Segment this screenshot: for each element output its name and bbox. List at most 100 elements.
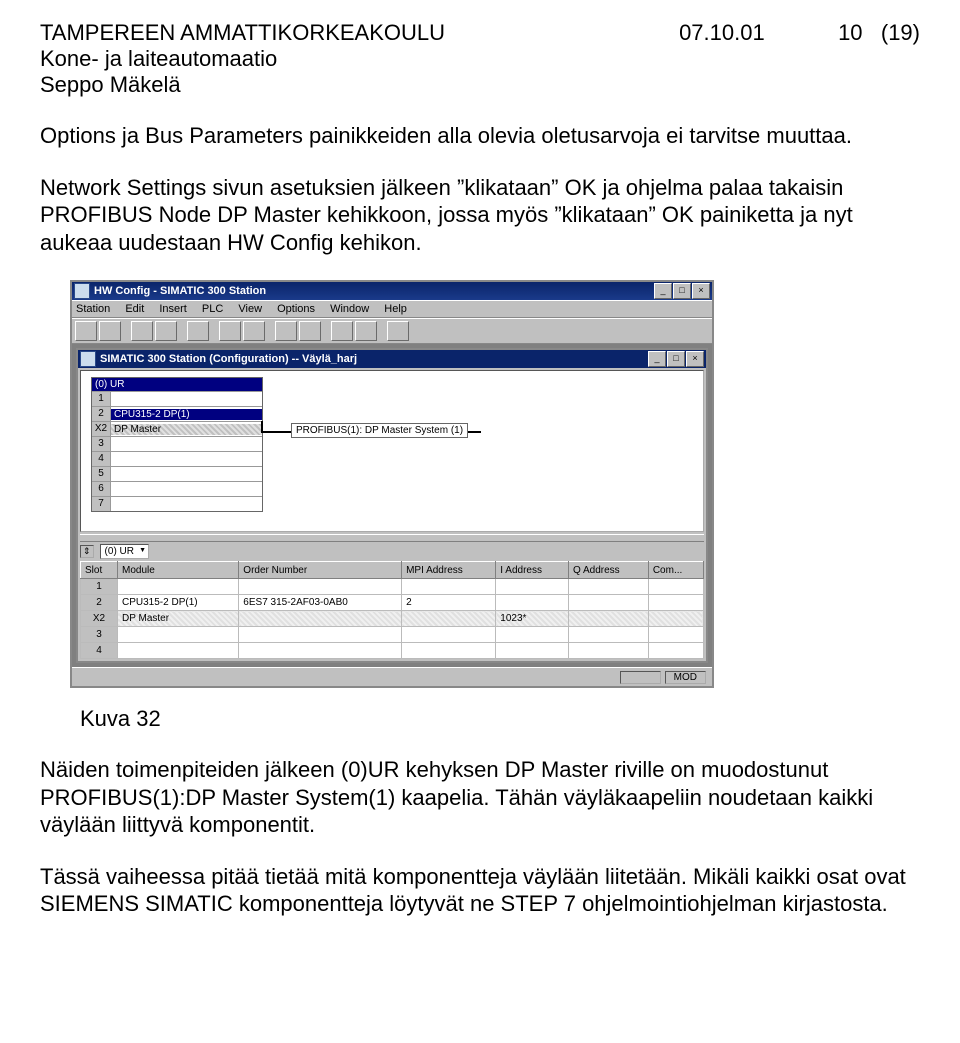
toolbar-button[interactable] [355,321,377,341]
table-row[interactable]: 2CPU315-2 DP(1)6ES7 315-2AF03-0AB02 [81,595,704,611]
menu-edit[interactable]: Edit [125,303,144,315]
rack-row[interactable]: 2CPU315-2 DP(1) [92,406,262,421]
app-icon [74,283,90,299]
inner-icon [80,351,96,367]
paragraph-1: Options ja Bus Parameters painikkeiden a… [40,122,920,150]
rack-slot-text: CPU315-2 DP(1) [111,409,262,420]
table-cell [496,643,569,659]
table-cell [239,611,402,627]
menu-insert[interactable]: Insert [159,303,187,315]
rack-row[interactable]: X2DP Master [92,421,262,436]
rack-row[interactable]: 6 [92,481,262,496]
rack-slot-number: 3 [92,437,111,451]
toolbar-button[interactable] [275,321,297,341]
table-row[interactable]: 3 [81,627,704,643]
table-cell [496,595,569,611]
table-cell [496,579,569,595]
rack-row[interactable]: 7 [92,496,262,511]
author: Seppo Mäkelä [40,72,920,98]
toolbar-button[interactable] [75,321,97,341]
rack-slot-text: DP Master [111,424,262,435]
column-header[interactable]: MPI Address [402,562,496,579]
table-row[interactable]: 1 [81,579,704,595]
minimize-button[interactable]: _ [654,283,672,299]
table-cell: 1 [81,579,118,595]
rack-row[interactable]: 4 [92,451,262,466]
rack-table[interactable]: (0) UR 12CPU315-2 DP(1)X2DP Master34567 [91,377,263,512]
bus-label[interactable]: PROFIBUS(1): DP Master System (1) [291,423,468,438]
table-cell: CPU315-2 DP(1) [118,595,239,611]
rack-slot-number: 7 [92,497,111,511]
toolbar-button[interactable] [99,321,121,341]
combo-arrows-icon[interactable]: ⇕ [80,545,94,558]
table-cell: 6ES7 315-2AF03-0AB0 [239,595,402,611]
table-cell [402,627,496,643]
rack-slot-number: X2 [92,422,111,436]
paragraph-3: Näiden toimenpiteiden jälkeen (0)UR kehy… [40,756,920,839]
rack-row[interactable]: 1 [92,391,262,406]
rack-combo-value[interactable]: (0) UR [100,544,149,559]
toolbar-button[interactable] [331,321,353,341]
rack-row[interactable]: 5 [92,466,262,481]
toolbar [72,318,712,344]
column-header[interactable]: Com... [648,562,703,579]
table-row[interactable]: 4 [81,643,704,659]
table-cell [239,627,402,643]
table-cell [568,611,648,627]
menu-window[interactable]: Window [330,303,369,315]
column-header[interactable]: Order Number [239,562,402,579]
table-cell [568,579,648,595]
table-cell [402,643,496,659]
menu-station[interactable]: Station [76,303,110,315]
menu-plc[interactable]: PLC [202,303,223,315]
maximize-button[interactable]: □ [673,283,691,299]
toolbar-button[interactable] [243,321,265,341]
rack-row[interactable]: 3 [92,436,262,451]
table-cell [648,595,703,611]
rack-slot-number: 2 [92,407,111,421]
table-cell [118,579,239,595]
rack-slot-number: 6 [92,482,111,496]
toolbar-button[interactable] [131,321,153,341]
rack-combo: ⇕ (0) UR [80,544,704,559]
menu-options[interactable]: Options [277,303,315,315]
table-cell: 3 [81,627,118,643]
toolbar-button[interactable] [187,321,209,341]
column-header[interactable]: Module [118,562,239,579]
column-header[interactable]: Slot [81,562,118,579]
toolbar-button[interactable] [155,321,177,341]
paragraph-4: Tässä vaiheessa pitää tietää mitä kompon… [40,863,920,918]
inner-title: SIMATIC 300 Station (Configuration) -- V… [100,353,648,365]
inner-maximize-button[interactable]: □ [667,351,685,367]
table-cell: 2 [81,595,118,611]
inner-close-button[interactable]: × [686,351,704,367]
department: Kone- ja laiteautomaatio [40,46,920,72]
menu-help[interactable]: Help [384,303,407,315]
rack-title: (0) UR [92,378,262,391]
column-header[interactable]: I Address [496,562,569,579]
table-cell [648,611,703,627]
toolbar-button[interactable] [219,321,241,341]
toolbar-button[interactable] [299,321,321,341]
splitter[interactable] [80,534,704,542]
hwconfig-screenshot: HW Config - SIMATIC 300 Station _ □ × St… [70,280,714,688]
table-row[interactable]: X2DP Master1023* [81,611,704,627]
status-mod: MOD [665,671,706,684]
rack-canvas[interactable]: (0) UR 12CPU315-2 DP(1)X2DP Master34567 … [80,370,704,532]
table-cell: DP Master [118,611,239,627]
inner-window: SIMATIC 300 Station (Configuration) -- V… [76,348,708,663]
toolbar-button[interactable] [387,321,409,341]
table-cell [402,579,496,595]
figure-caption: Kuva 32 [80,706,920,732]
table-cell [239,643,402,659]
column-header[interactable]: Q Address [568,562,648,579]
close-button[interactable]: × [692,283,710,299]
table-cell [402,611,496,627]
rack-slot-number: 5 [92,467,111,481]
detail-table[interactable]: SlotModuleOrder NumberMPI AddressI Addre… [80,561,704,659]
statusbar: MOD [72,667,712,686]
menu-view[interactable]: View [238,303,262,315]
inner-minimize-button[interactable]: _ [648,351,666,367]
rack-slot-number: 4 [92,452,111,466]
table-cell: 4 [81,643,118,659]
